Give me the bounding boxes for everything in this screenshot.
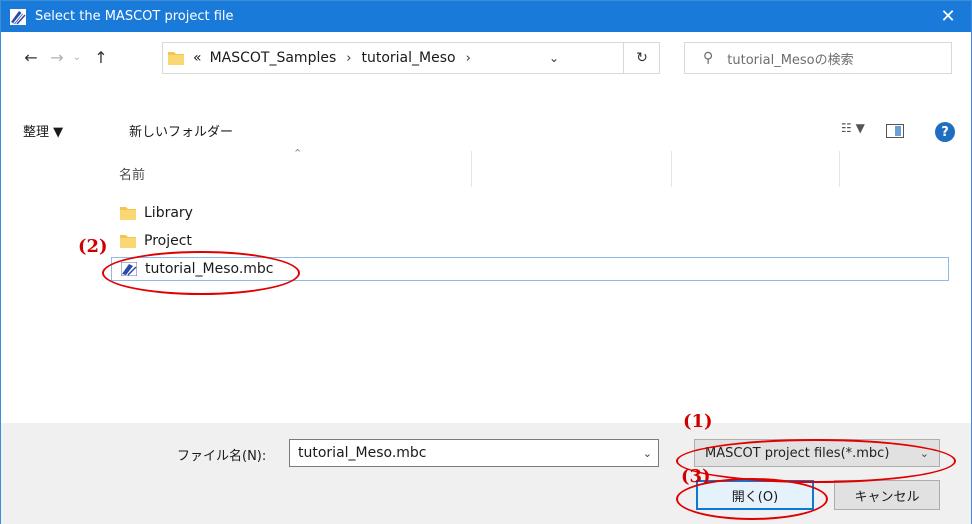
command-bar: 整理 ▼ 新しいフォルダー ☷ ▼ ? [1,113,971,149]
annotation-label-3: (3) [681,466,711,487]
list-item[interactable]: Project [111,229,192,253]
window-title: Select the MASCOT project file [35,9,234,24]
arrow-right-icon: → [50,47,64,67]
chevron-down-icon: ⌄ [72,51,82,63]
search-box[interactable]: ⚲ tutorial_Mesoの検索 [684,42,952,74]
back-button[interactable]: ← [19,46,43,68]
breadcrumb-separator[interactable]: › [466,51,471,66]
file-name: Project [144,233,192,249]
breadcrumb-overflow[interactable]: « [193,50,202,66]
arrow-up-icon: ↑ [94,47,108,67]
sort-ascending-icon: ⌃ [293,147,303,160]
recent-locations-button[interactable]: ⌄ [69,46,85,68]
folder-icon [120,207,136,220]
annotation-label-2: (2) [78,236,108,257]
folder-icon [120,235,136,248]
organize-menu-button[interactable]: 整理 ▼ [23,121,63,140]
search-placeholder: tutorial_Mesoの検索 [727,52,854,68]
column-header: ⌃ 名前 [11,147,951,187]
folder-icon [168,52,184,65]
column-divider[interactable] [671,151,672,187]
new-folder-button[interactable]: 新しいフォルダー [129,121,233,140]
filename-label: ファイル名(N): [177,449,267,464]
filename-input[interactable]: tutorial_Meso.mbc ⌄ [289,439,659,467]
close-icon: ✕ [940,6,956,27]
navigation-bar: ← → ⌄ ↑ « MASCOT_Samples › tutorial_Meso… [1,32,971,82]
refresh-icon: ↻ [636,50,648,66]
close-button[interactable]: ✕ [925,1,971,32]
breadcrumb-item-mascot-samples[interactable]: MASCOT_Samples [210,50,337,66]
forward-button[interactable]: → [45,46,69,68]
mascot-app-icon [10,8,26,25]
column-header-name[interactable]: 名前 [119,164,145,183]
chevron-down-icon[interactable]: ⌄ [643,447,652,460]
column-divider[interactable] [839,151,840,187]
list-item[interactable]: Library [111,201,193,225]
search-icon: ⚲ [703,50,714,66]
file-name: Library [144,205,193,221]
annotation-label-1: (1) [683,411,713,432]
title-bar: Select the MASCOT project file ✕ [1,1,971,32]
annotation-circle-2 [102,251,300,295]
breadcrumb-item-tutorial-meso[interactable]: tutorial_Meso [361,50,455,66]
up-button[interactable]: ↑ [89,46,113,68]
cancel-button[interactable]: キャンセル [834,480,940,510]
arrow-left-icon: ← [24,47,38,67]
address-bar[interactable]: « MASCOT_Samples › tutorial_Meso › ⌄ [162,42,660,74]
filename-value: tutorial_Meso.mbc [298,445,427,461]
preview-pane-icon[interactable] [886,124,904,138]
view-options-button[interactable]: ☷ ▼ [841,121,865,135]
column-divider[interactable] [471,151,472,187]
address-dropdown-icon[interactable]: ⌄ [549,51,559,65]
breadcrumb-separator[interactable]: › [346,51,351,66]
help-icon[interactable]: ? [935,122,955,142]
refresh-button[interactable]: ↻ [623,42,660,74]
annotation-circle-1 [676,439,956,483]
